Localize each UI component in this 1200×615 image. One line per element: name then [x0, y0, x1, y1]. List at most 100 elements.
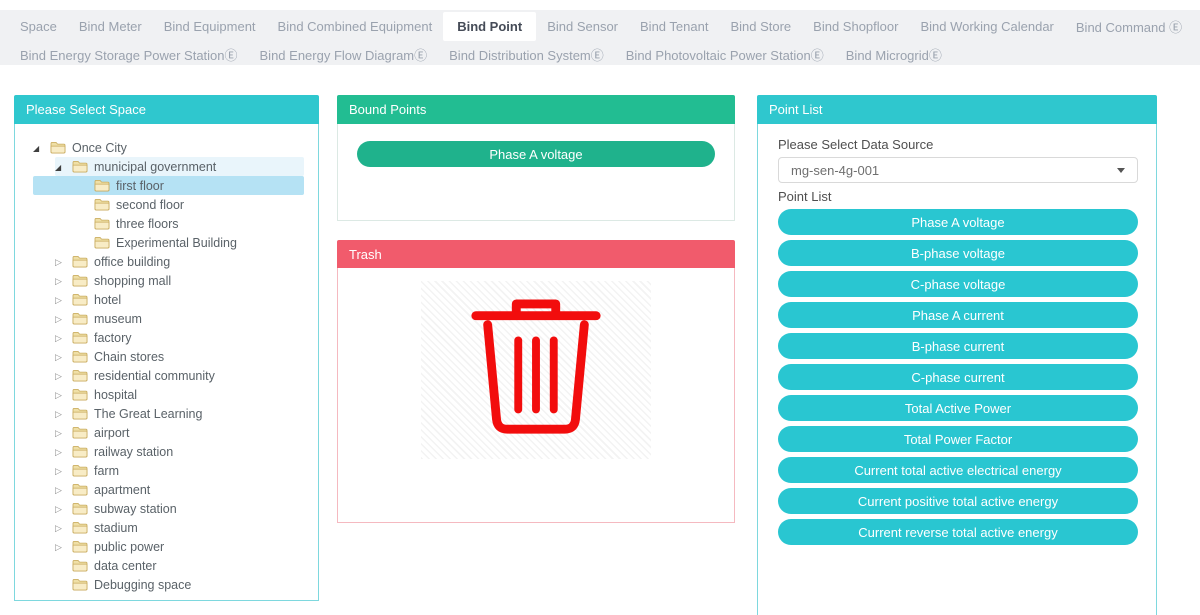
tree-item[interactable]: airport	[33, 423, 304, 442]
tree-item[interactable]: shopping mall	[33, 271, 304, 290]
folder-icon	[72, 502, 88, 515]
point-list-panel: Point List Please Select Data Source mg-…	[757, 95, 1157, 615]
bound-point-pill[interactable]: Phase A voltage	[357, 141, 715, 167]
folder-icon	[72, 331, 88, 344]
tab-row-primary: Space Bind Meter Bind Equipment Bind Com…	[0, 10, 1200, 43]
tab[interactable]: Bind Working Calendar	[909, 19, 1064, 34]
tab[interactable]: Bind Sensor	[536, 19, 629, 34]
tree-item[interactable]: municipal government	[33, 157, 304, 176]
tab[interactable]: Bind Photovoltaic Power StationⒺ	[615, 45, 835, 64]
tab[interactable]: Bind Equipment	[153, 19, 267, 34]
tree-item-label: museum	[94, 312, 142, 326]
tab-label: Bind Energy Flow DiagramⒺ	[260, 48, 428, 63]
tree-item-label: data center	[94, 559, 157, 573]
tree-item[interactable]: Debugging space	[33, 575, 304, 594]
point-pill[interactable]: B-phase voltage	[778, 240, 1138, 266]
tab[interactable]: Space	[9, 19, 68, 34]
trash-drop-area[interactable]	[337, 268, 735, 523]
tree-item[interactable]: hotel	[33, 290, 304, 309]
tree-expander-icon[interactable]	[55, 537, 72, 556]
tree-item[interactable]: apartment	[33, 480, 304, 499]
tree-expander-icon[interactable]	[55, 252, 72, 271]
folder-icon	[72, 426, 88, 439]
folder-icon	[72, 293, 88, 306]
tree-item-label: The Great Learning	[94, 407, 202, 421]
tree-expander-icon[interactable]	[55, 423, 72, 442]
point-pill[interactable]: Current total active electrical energy	[778, 457, 1138, 483]
point-pill[interactable]: C-phase voltage	[778, 271, 1138, 297]
tree-item[interactable]: public power	[33, 537, 304, 556]
tree-expander-icon[interactable]	[55, 309, 72, 328]
tab-label: Bind Command Ⓔ	[1076, 20, 1182, 35]
tab-label: Bind Distribution SystemⒺ	[449, 48, 604, 63]
tree-expander-icon[interactable]	[55, 271, 72, 290]
point-list-title: Point List	[757, 95, 1157, 124]
tab[interactable]: Bind Point	[443, 12, 536, 41]
tab[interactable]: Bind Energy Storage Power StationⒺ	[9, 45, 249, 64]
tree-expander-icon[interactable]	[55, 385, 72, 404]
tree-item[interactable]: The Great Learning	[33, 404, 304, 423]
tab[interactable]: Bind Command Ⓔ	[1065, 17, 1193, 36]
tab-label: Bind Energy Storage Power StationⒺ	[20, 48, 238, 63]
point-list-label: Point List	[778, 189, 1138, 204]
tree-item[interactable]: museum	[33, 309, 304, 328]
tab[interactable]: Bind Energy Flow DiagramⒺ	[249, 45, 439, 64]
tree-item-label: apartment	[94, 483, 150, 497]
space-panel-title: Please Select Space	[14, 95, 319, 124]
tab[interactable]: Bind Tenant	[629, 19, 719, 34]
tab-label: Bind Equipment	[164, 19, 256, 34]
tab[interactable]: Bind Distribution SystemⒺ	[438, 45, 615, 64]
point-pill[interactable]: Current reverse total active energy	[778, 519, 1138, 545]
tree-expander-icon[interactable]	[55, 328, 72, 347]
tree-item[interactable]: stadium	[33, 518, 304, 537]
point-pill[interactable]: Phase A current	[778, 302, 1138, 328]
tree-item-label: Experimental Building	[116, 236, 237, 250]
tab-label: Bind Meter	[79, 19, 142, 34]
tree-item[interactable]: railway station	[33, 442, 304, 461]
folder-icon	[72, 407, 88, 420]
tree-item[interactable]: Once City	[33, 138, 304, 157]
point-pill[interactable]: B-phase current	[778, 333, 1138, 359]
point-pill[interactable]: C-phase current	[778, 364, 1138, 390]
data-source-select[interactable]: mg-sen-4g-001	[778, 157, 1138, 183]
tree-item[interactable]: factory	[33, 328, 304, 347]
tree-expander-icon[interactable]	[55, 499, 72, 518]
tree-item[interactable]: Experimental Building	[33, 233, 304, 252]
tree-item[interactable]: second floor	[33, 195, 304, 214]
tab[interactable]: Bind MicrogridⒺ	[835, 45, 953, 64]
point-pill[interactable]: Phase A voltage	[778, 209, 1138, 235]
tree-item-label: stadium	[94, 521, 138, 535]
space-tree: Once City municipal government	[14, 124, 319, 601]
tab[interactable]: Bind Meter	[68, 19, 153, 34]
point-pill[interactable]: Total Power Factor	[778, 426, 1138, 452]
tree-item[interactable]: residential community	[33, 366, 304, 385]
tree-expander-icon[interactable]	[55, 347, 72, 366]
tab[interactable]: Bind Combined Equipment	[267, 19, 444, 34]
tree-expander-icon[interactable]	[55, 290, 72, 309]
tree-item[interactable]: Chain stores	[33, 347, 304, 366]
tree-item-label: three floors	[116, 217, 179, 231]
tree-expander-icon[interactable]	[55, 404, 72, 423]
folder-icon	[72, 578, 88, 591]
tab-label: Bind Working Calendar	[920, 19, 1053, 34]
tree-item[interactable]: farm	[33, 461, 304, 480]
tree-expander-icon[interactable]	[55, 442, 72, 461]
tree-item[interactable]: first floor	[33, 176, 304, 195]
tree-item[interactable]: hospital	[33, 385, 304, 404]
tree-item-label: shopping mall	[94, 274, 171, 288]
tree-expander-icon[interactable]	[33, 138, 50, 157]
tree-expander-icon[interactable]	[55, 518, 72, 537]
tab[interactable]: Bind Store	[719, 19, 802, 34]
tree-item[interactable]: data center	[33, 556, 304, 575]
tree-item[interactable]: subway station	[33, 499, 304, 518]
tree-expander-icon[interactable]	[55, 480, 72, 499]
tree-item[interactable]: three floors	[33, 214, 304, 233]
point-pill[interactable]: Total Active Power	[778, 395, 1138, 421]
tree-expander-icon[interactable]	[55, 157, 72, 176]
tab[interactable]: Bind Shopfloor	[802, 19, 909, 34]
tree-expander-icon[interactable]	[55, 461, 72, 480]
tree-item[interactable]: office building	[33, 252, 304, 271]
tree-item-label: farm	[94, 464, 119, 478]
point-pill[interactable]: Current positive total active energy	[778, 488, 1138, 514]
tree-expander-icon[interactable]	[55, 366, 72, 385]
